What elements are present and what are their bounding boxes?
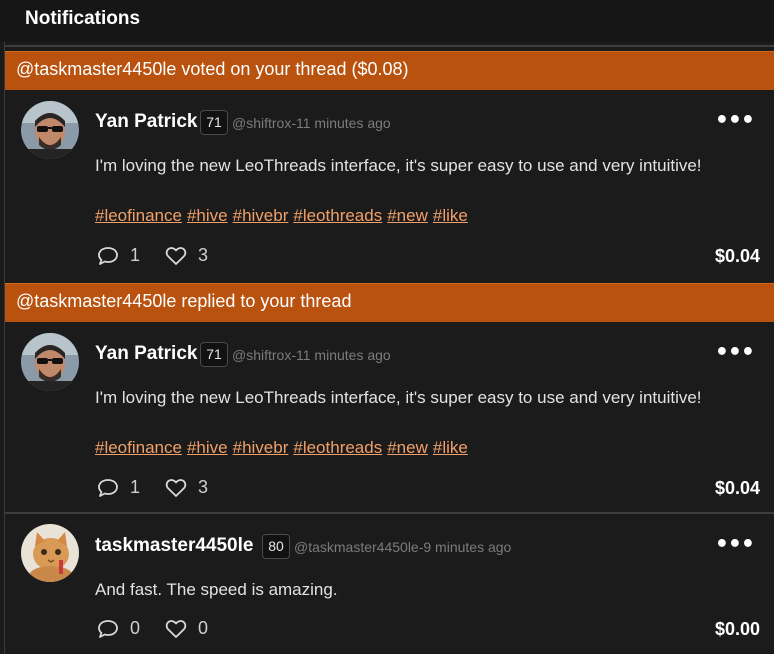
tag-link[interactable]: #hive [187,438,228,457]
author-name[interactable]: taskmaster4450le [95,535,253,557]
comment-button[interactable]: 0 [97,618,140,639]
page-title: Notifications [25,8,141,29]
comment-icon [97,619,119,639]
like-button[interactable]: 3 [165,245,208,266]
tag-link[interactable]: #hive [187,206,228,225]
more-options-icon[interactable]: ••• [715,342,755,364]
tag-list: #leofinance #hive #hivebr #leothreads #new #l… [95,438,473,458]
notifications-header: Notifications [0,0,774,42]
author-name[interactable]: Yan Patrick [95,343,197,365]
tag-link[interactable]: #like [433,438,468,457]
tag-list: #leofinance #hive #hivebr #leothreads #new #l… [95,206,473,226]
like-count: 3 [198,245,209,265]
avatar[interactable] [21,333,79,391]
heart-icon [165,478,187,498]
author-name[interactable]: Yan Patrick [95,111,197,133]
heart-icon [165,619,187,639]
comment-count: 1 [130,245,141,265]
comment-icon [97,246,119,266]
tag-link[interactable]: #leofinance [95,438,182,457]
post-text: I'm loving the new LeoThreads interface,… [95,156,702,175]
post-text: And fast. The speed is amazing. [95,580,338,599]
divider [4,45,774,47]
reply-post[interactable]: taskmaster4450le 80 @taskmaster4450le-9 … [5,514,774,654]
comment-count: 1 [130,477,141,497]
like-count: 0 [198,618,209,638]
notification-text: @taskmaster4450le replied to your thread [16,291,352,311]
avatar[interactable] [21,524,79,582]
like-button[interactable]: 0 [165,618,208,639]
notification-banner-vote[interactable]: @taskmaster4450le voted on your thread (… [5,51,774,90]
reputation-badge: 80 [262,534,290,559]
reputation-badge: 71 [200,110,228,135]
more-options-icon[interactable]: ••• [715,110,755,132]
tag-link[interactable]: #like [433,206,468,225]
comment-button[interactable]: 1 [97,245,140,266]
tag-link[interactable]: #new [387,438,428,457]
tag-link[interactable]: #leothreads [293,438,382,457]
comment-icon [97,478,119,498]
payout-value[interactable]: $0.00 [715,619,760,640]
notification-text: @taskmaster4450le voted on your thread (… [16,59,409,79]
post-meta: @shiftrox-11 minutes ago [232,115,391,131]
tag-link[interactable]: #leofinance [95,206,182,225]
like-button[interactable]: 3 [165,477,208,498]
comment-button[interactable]: 1 [97,477,140,498]
post-text: I'm loving the new LeoThreads interface,… [95,388,702,407]
thread-post[interactable]: Yan Patrick 71 @shiftrox-11 minutes ago … [5,322,774,508]
tag-link[interactable]: #leothreads [293,206,382,225]
tag-link[interactable]: #new [387,206,428,225]
payout-value[interactable]: $0.04 [715,478,760,499]
tag-link[interactable]: #hivebr [233,438,289,457]
payout-value[interactable]: $0.04 [715,246,760,267]
post-meta: @taskmaster4450le-9 minutes ago [294,539,512,555]
post-meta: @shiftrox-11 minutes ago [232,347,391,363]
avatar[interactable] [21,101,79,159]
tag-link[interactable]: #hivebr [233,206,289,225]
heart-icon [165,246,187,266]
notification-banner-reply[interactable]: @taskmaster4450le replied to your thread [5,283,774,322]
thread-post[interactable]: Yan Patrick 71 @shiftrox-11 minutes ago … [5,90,774,276]
more-options-icon[interactable]: ••• [715,534,755,556]
reputation-badge: 71 [200,342,228,367]
comment-count: 0 [130,618,141,638]
like-count: 3 [198,477,209,497]
